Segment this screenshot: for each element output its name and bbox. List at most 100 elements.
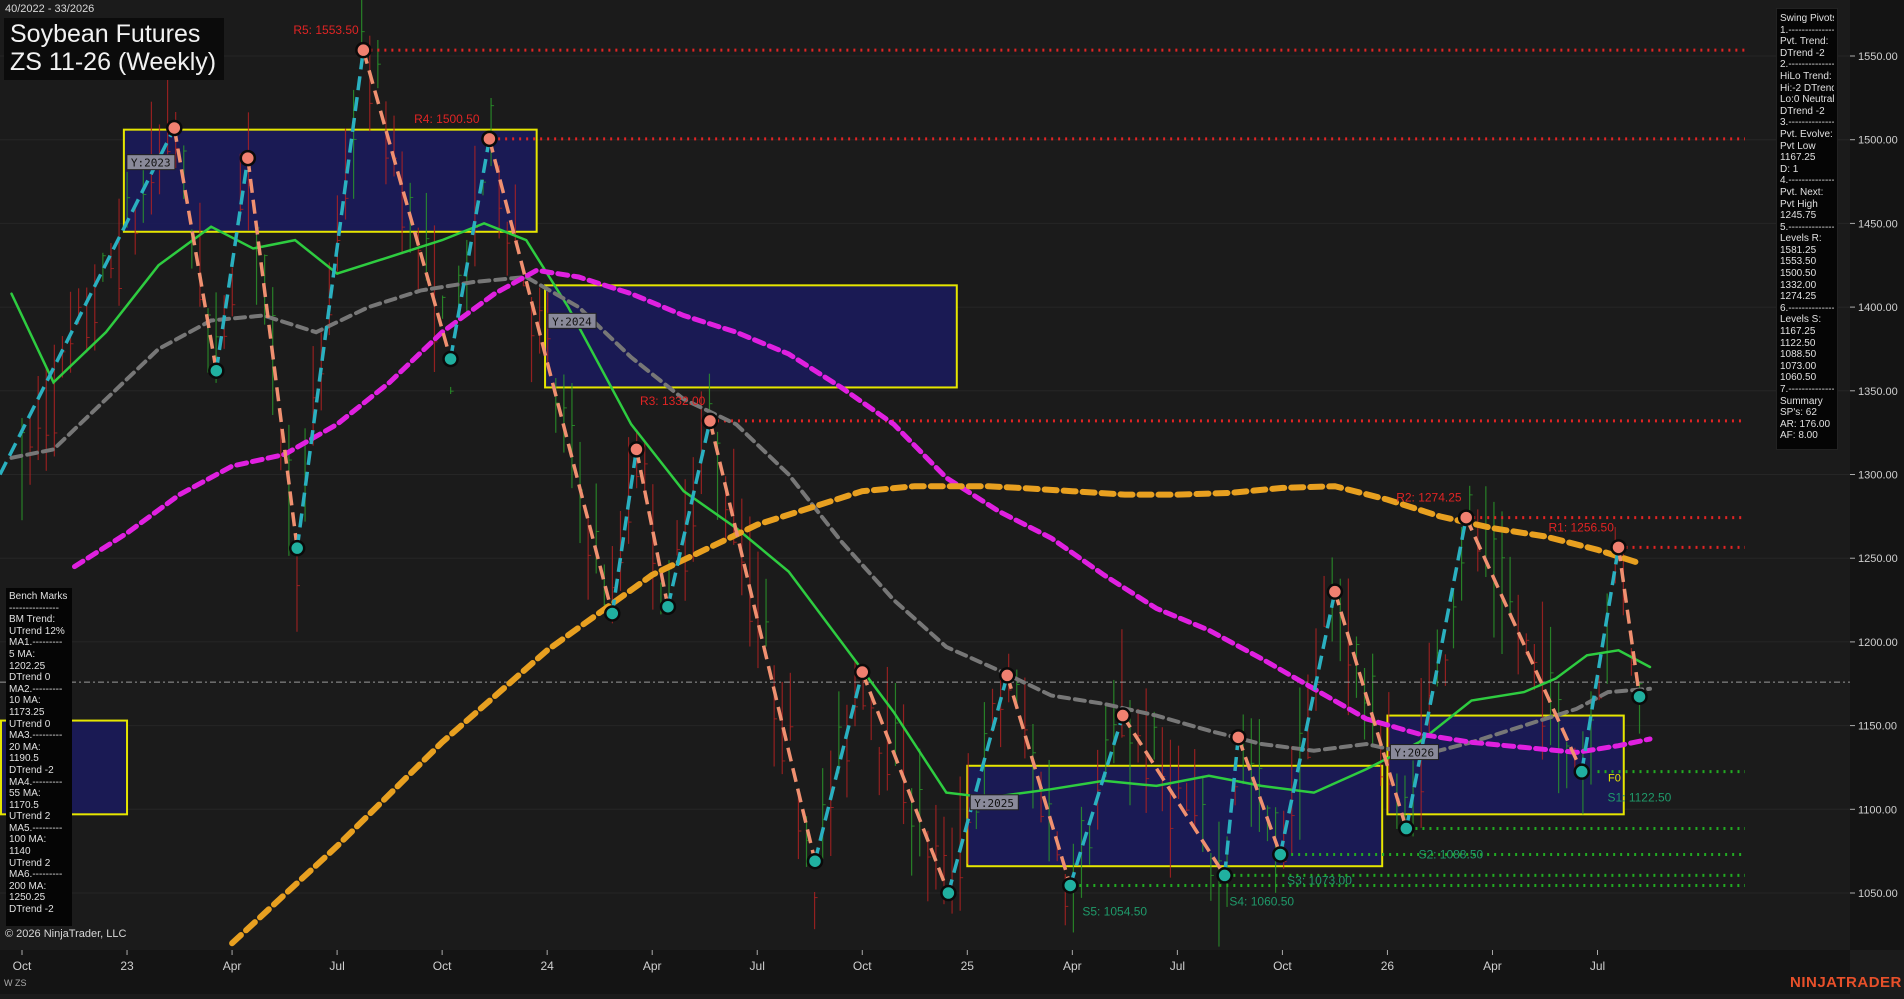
bench-line: UTrend 12% [9,625,65,637]
bench-line: MA2.--------- [9,683,63,695]
swing-line-up [666,420,712,608]
swing-line: 7.--------------- [1780,384,1834,395]
bench-line: --------------- [9,602,59,614]
bench-line: 55 MA: [9,788,41,800]
bench-line: 5 MA: [9,648,36,660]
pivot-high-marker [1457,509,1475,526]
chart-subtitle: ZS 11-26 (Weekly) [10,48,217,76]
y-tick-label: 1500.00 [1858,135,1898,147]
pivot-high-marker [1610,539,1627,556]
pivot-low-marker [1061,877,1079,894]
support-label: S3: 1073.00 [1287,873,1352,887]
y-tick-label: 1350.00 [1858,386,1898,398]
y-tick-label: 1300.00 [1858,470,1898,482]
pivot-low-marker [208,362,225,379]
pivot-high-marker [1326,583,1344,600]
y-tick-label: 1250.00 [1858,553,1898,565]
swing-line: 3.--------------- [1780,117,1834,129]
swing-line: 1581.25 [1780,244,1817,256]
bench-line: DTrend -2 [9,764,54,776]
pivot-low-marker [442,350,459,368]
swing-line: 5.--------------- [1780,221,1834,233]
x-tick-label: Jul [750,959,765,973]
date-range: 40/2022 - 33/2026 [5,3,95,15]
x-tick-label: Oct [433,959,452,973]
resistance-label: R5: 1553.50 [293,23,359,37]
resistance-label: R2: 1274.25 [1396,491,1462,505]
pivot-high-marker [355,41,372,59]
bench-line: DTrend -2 [9,904,54,916]
price-axis[interactable]: 1050.00 1100.00 1150.00 1200.00 1250.00 1300.… [1850,0,1904,950]
swing-line-down [860,671,951,894]
zone-year-label: Y:2025 [974,797,1014,810]
bench-line: 1190.5 [9,753,39,765]
zone-year-label: Y:2023 [131,157,171,170]
swing-line: Hi:-2 DTrend [1780,82,1834,94]
support-label: S2: 1088.50 [1418,848,1483,862]
x-tick-label: Oct [853,959,872,973]
zone-year-label: Y:2026 [1394,747,1434,760]
pivot-high-marker [701,412,719,430]
time-axis[interactable]: Oct 23 Apr Jul Oct 24 Apr Jul Oct 25 Apr Jul Oct 26 Ap… [0,950,1850,994]
pivot-low-marker [1631,688,1648,705]
y-tick-label: 1200.00 [1858,637,1898,649]
pivot-high-marker [1230,729,1247,746]
x-tick-label: Apr [643,959,662,973]
support-label: S5: 1054.50 [1082,904,1147,918]
bench-line: MA4.--------- [9,776,63,788]
support-label: S4: 1060.50 [1229,894,1294,908]
y-tick-label: 1450.00 [1858,218,1898,230]
swing-line: 6.--------------- [1780,302,1834,314]
bench-line: UTrend 2 [9,857,51,869]
swing-line: Pvt. Trend: [1780,36,1829,48]
swing-line: 1073.00 [1780,360,1817,372]
pivot-high-marker [628,441,645,458]
zone-year-label: Y:2024 [552,315,592,328]
bench-line: 10 MA: [9,695,41,707]
pivot-high-marker [1114,707,1131,724]
pivot-low-marker [1398,820,1415,837]
swing-line-down [1616,547,1642,697]
swing-line: 2.--------------- [1780,59,1834,71]
swing-pivots-panel: Swing Pivots 1.--------------- Pvt. Trend:… [1776,8,1838,450]
swing-line: Levels S: [1780,314,1822,326]
bench-marks-panel: Bench Marks --------------- BM Trend: UTren… [6,588,72,926]
swing-line: SP's: 62 [1780,407,1817,419]
bench-line: 1170.5 [9,799,39,811]
y-tick-label: 1550.00 [1858,51,1898,63]
fib-marker: F0 [1608,773,1621,785]
pivot-low-marker [1573,763,1590,780]
x-tick-label: 23 [120,959,134,973]
pivot-high-marker [239,149,257,167]
swing-line: 1274.25 [1780,291,1817,303]
pivot-low-marker [659,598,677,615]
swing-line: 1122.50 [1780,337,1816,349]
swing-line: Levels R: [1780,233,1822,245]
bench-line: MA1.--------- [9,637,63,649]
swing-line: Lo:0 Neutral [1780,94,1834,106]
swing-line: Summary [1780,395,1823,407]
price-chart[interactable]: R5: 1553.50 R4: 1500.50 R3: 1332.00 R2: 127… [0,0,1850,950]
pivot-low-marker [806,852,824,870]
pivot-low-marker [1272,846,1289,863]
swing-line: 4.--------------- [1780,175,1834,187]
chart-title: Soybean Futures [10,20,201,48]
bench-line: UTrend 0 [9,718,51,730]
bench-line: 200 MA: [9,880,47,892]
x-tick-label: Apr [223,959,242,973]
y-tick-label: 1100.00 [1858,804,1897,816]
x-tick-label: Jul [1170,959,1185,973]
ninjatrader-logo: NINJATRADER [1790,974,1902,991]
x-tick-label: 26 [1381,959,1395,973]
swing-line: Pvt. Evolve: [1780,128,1833,140]
x-tick-label: Jul [1590,959,1605,973]
x-tick-label: Oct [13,959,32,973]
bench-line: BM Trend: [9,614,56,626]
symbol-label: W ZS [4,978,27,988]
chart-title-box: Soybean Futures ZS 11-26 (Weekly) [4,18,225,80]
copyright: © 2026 NinjaTrader, LLC [5,928,127,940]
bench-line: DTrend 0 [9,672,51,684]
bench-line: MA3.--------- [9,730,63,742]
swing-line: 1332.00 [1780,279,1817,291]
pivot-high-marker [481,130,498,148]
